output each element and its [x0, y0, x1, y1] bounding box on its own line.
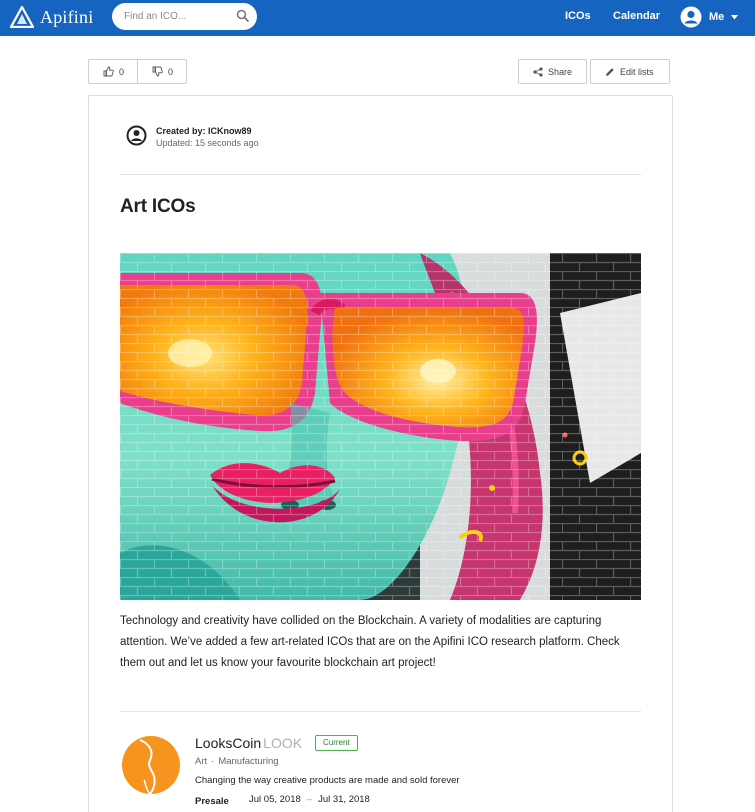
ico-end-date: Jul 31, 2018 — [318, 794, 370, 805]
edit-lists-button[interactable]: Edit lists — [590, 59, 670, 84]
ico-name[interactable]: LooksCoin LOOK — [195, 735, 302, 751]
edit-lists-label: Edit lists — [620, 66, 654, 77]
divider — [120, 711, 641, 712]
upvote-count: 0 — [119, 66, 125, 77]
downvote-count: 0 — [168, 66, 174, 77]
updated-time: Updated: 15 seconds ago — [156, 138, 259, 148]
thumbs-down-icon — [152, 66, 163, 77]
status-badge: Current — [315, 735, 358, 751]
ico-name-text: LooksCoin — [195, 735, 262, 751]
thumbs-up-icon — [103, 66, 114, 77]
list-author: Created by: ICKnow89 Updated: 15 seconds… — [126, 125, 259, 150]
upvote-button[interactable]: 0 — [89, 60, 138, 83]
page-title: Art ICOs — [120, 196, 196, 217]
brand-logo[interactable]: Apifini — [10, 5, 93, 29]
nav-link-icos[interactable]: ICOs — [565, 10, 591, 22]
user-avatar-icon — [680, 6, 702, 28]
ico-stage: Presale — [195, 796, 229, 807]
brand-name: Apifini — [40, 6, 94, 27]
search-icon[interactable] — [236, 9, 249, 22]
list-cover-image — [120, 253, 641, 600]
share-label: Share — [548, 66, 573, 77]
caret-down-icon — [731, 14, 739, 19]
looks-coin-logo-icon — [122, 736, 180, 795]
search-input[interactable] — [124, 8, 236, 25]
divider — [120, 174, 641, 175]
pencil-icon — [606, 67, 614, 76]
search-box — [112, 3, 257, 30]
ico-ticker: LOOK — [263, 735, 303, 751]
graffiti-mural-image — [120, 253, 641, 600]
nav-link-calendar[interactable]: Calendar — [613, 10, 660, 22]
ico-category[interactable]: Art — [195, 756, 207, 767]
created-by: Created by: ICKnow89 — [156, 126, 252, 136]
ico-dates: Jul 05, 2018– Jul 31, 2018 — [249, 794, 370, 805]
ico-categories: Art · Manufacturing — [195, 756, 279, 767]
share-icon — [533, 66, 543, 77]
ico-start-date: Jul 05, 2018 — [249, 794, 301, 805]
user-menu-label: Me — [709, 11, 725, 23]
apifini-logo-icon — [10, 6, 34, 28]
ico-industry[interactable]: Manufacturing — [218, 756, 278, 767]
top-nav-bar: Apifini ICOs Calendar Me — [0, 0, 755, 36]
date-separator: – — [306, 794, 313, 805]
downvote-button[interactable]: 0 — [138, 60, 173, 83]
list-description: Technology and creativity have collided … — [120, 615, 620, 669]
vote-buttons: 0 0 — [88, 59, 187, 84]
ico-logo[interactable] — [120, 734, 182, 796]
user-menu[interactable]: Me — [680, 6, 739, 28]
user-avatar-icon — [126, 125, 147, 146]
separator-dot: · — [211, 756, 215, 767]
ico-tagline: Changing the way creative products are m… — [195, 775, 460, 786]
share-button[interactable]: Share — [518, 59, 587, 84]
